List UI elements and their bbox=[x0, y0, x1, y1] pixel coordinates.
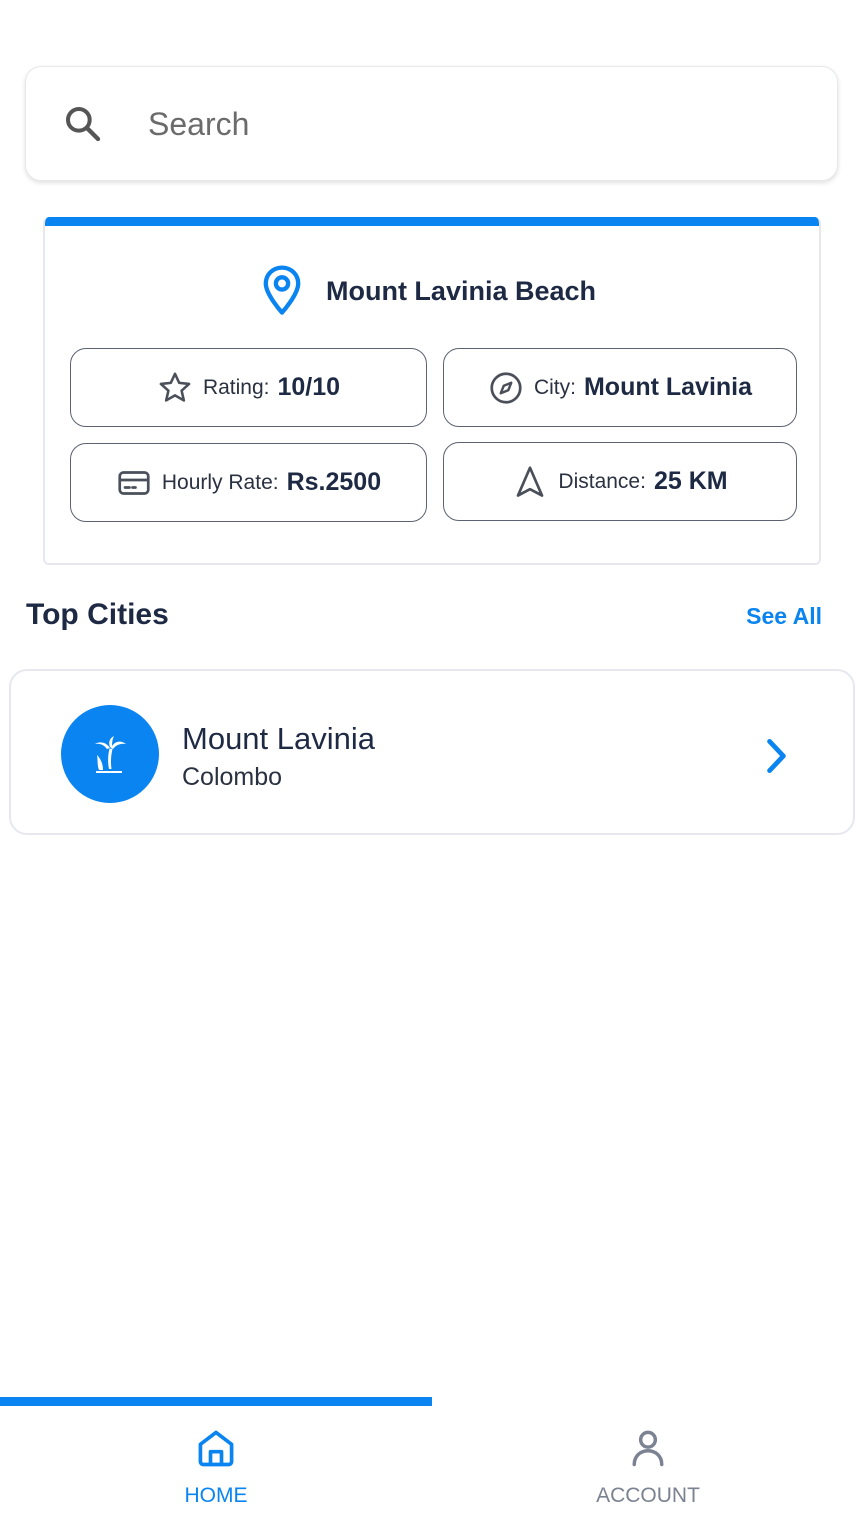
chevron-right-icon bbox=[767, 738, 786, 774]
list-item[interactable]: Mount Lavinia Colombo bbox=[9, 669, 855, 835]
rating-label: Rating: bbox=[202, 375, 270, 399]
city-avatar bbox=[61, 705, 159, 803]
rating-chip: Rating: 10/10 bbox=[70, 348, 427, 427]
rating-value: 10/10 bbox=[277, 373, 341, 401]
nav-home[interactable]: HOME bbox=[0, 1406, 432, 1536]
see-all-link[interactable]: See All bbox=[746, 603, 822, 630]
featured-title-row: Mount Lavinia Beach bbox=[45, 261, 819, 321]
nav-account[interactable]: ACCOUNT bbox=[432, 1406, 864, 1536]
city-value: Mount Lavinia bbox=[583, 373, 753, 401]
hourly-rate-label: Hourly Rate: bbox=[161, 470, 279, 494]
search-input[interactable] bbox=[148, 97, 788, 151]
active-tab-indicator bbox=[0, 1397, 432, 1406]
home-icon bbox=[198, 1430, 234, 1467]
compass-icon bbox=[490, 371, 522, 404]
person-icon bbox=[632, 1430, 664, 1467]
search-icon bbox=[66, 107, 101, 142]
navigation-arrow-icon bbox=[517, 465, 544, 497]
nav-account-label: ACCOUNT bbox=[596, 1484, 700, 1507]
top-cities-title: Top Cities bbox=[26, 598, 169, 631]
location-pin-icon bbox=[263, 265, 301, 315]
distance-chip: Distance: 25 KM bbox=[443, 442, 797, 521]
distance-label: Distance: bbox=[558, 469, 646, 493]
city-name: Mount Lavinia bbox=[182, 721, 376, 756]
credit-card-icon bbox=[118, 470, 150, 495]
palm-tree-icon bbox=[95, 736, 126, 773]
city-subtitle: Colombo bbox=[182, 763, 283, 791]
hourly-rate-chip: Hourly Rate: Rs.2500 bbox=[70, 443, 427, 522]
city-chip: City: Mount Lavinia bbox=[443, 348, 797, 427]
card-accent-bar bbox=[45, 217, 819, 226]
distance-value: 25 KM bbox=[653, 467, 728, 495]
featured-title: Mount Lavinia Beach bbox=[325, 275, 597, 306]
search-bar[interactable] bbox=[25, 66, 838, 181]
star-icon bbox=[159, 371, 191, 402]
nav-home-label: HOME bbox=[184, 1484, 248, 1507]
bottom-nav: HOME ACCOUNT bbox=[0, 1406, 864, 1536]
city-label: City: bbox=[533, 375, 576, 399]
featured-place-card[interactable]: Mount Lavinia Beach Rating: 10/10 City: … bbox=[43, 217, 821, 565]
hourly-rate-value: Rs.2500 bbox=[286, 468, 382, 496]
